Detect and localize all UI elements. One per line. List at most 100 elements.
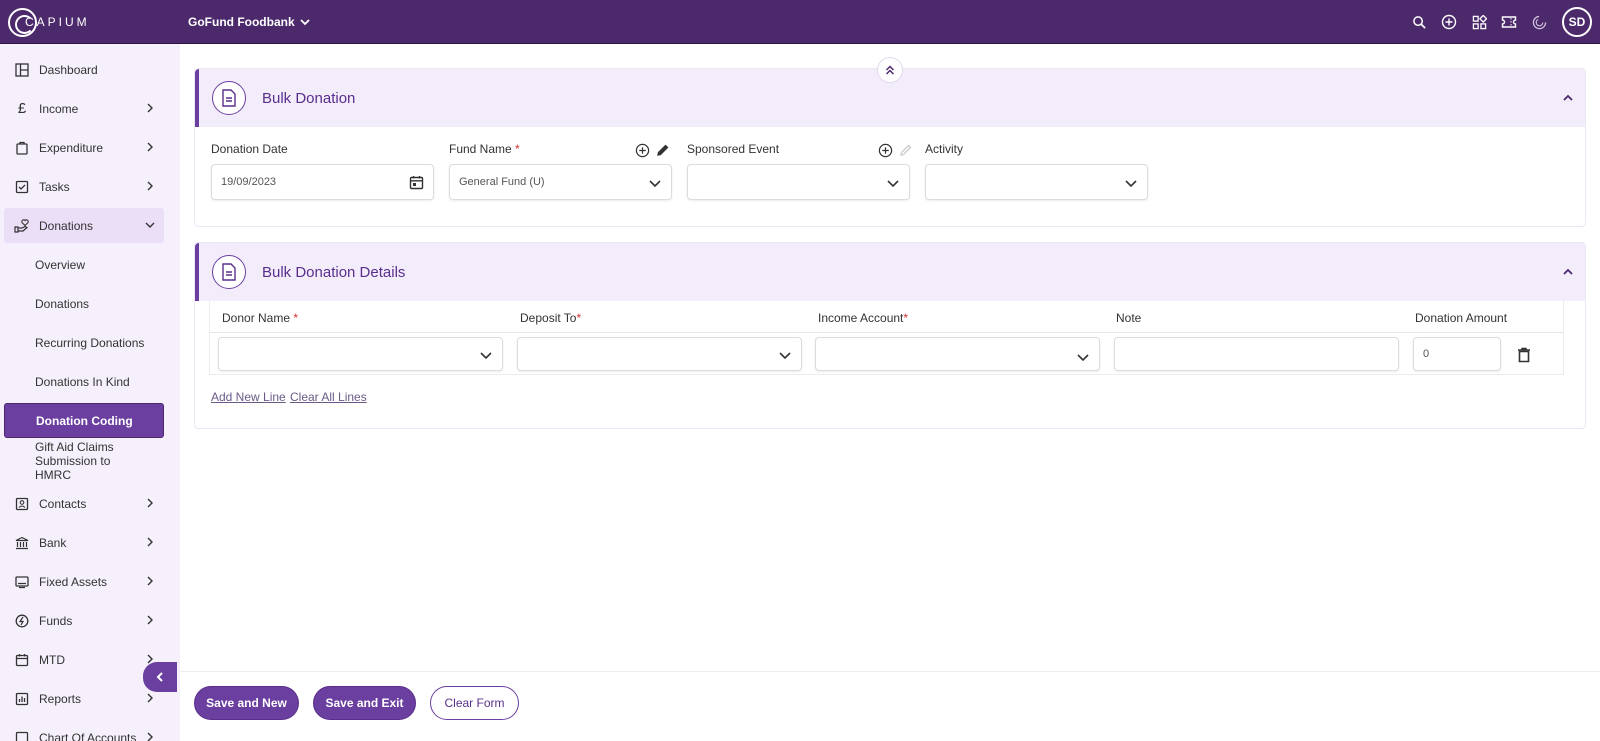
chevron-down-icon — [1125, 180, 1137, 188]
donation-amount-value: 0 — [1423, 348, 1430, 360]
chevron-down-icon — [887, 180, 899, 188]
sidebar-collapse-button[interactable] — [143, 662, 177, 692]
contacts-icon — [14, 496, 30, 512]
column-income-account: Income Account* — [818, 311, 908, 325]
edit-fund-icon[interactable] — [656, 143, 670, 157]
chevron-right-icon — [147, 576, 153, 586]
sidebar-item-contacts[interactable]: Contacts — [4, 486, 164, 521]
sidebar-subitem-donation-coding[interactable]: Donation Coding — [4, 403, 164, 438]
sidebar-item-income[interactable]: £ Income — [4, 91, 164, 126]
calendar-icon — [14, 652, 30, 668]
sidebar-item-label: Reports — [39, 691, 82, 706]
sponsored-event-select[interactable] — [687, 164, 910, 200]
scroll-to-top-button[interactable] — [877, 57, 903, 83]
chevron-up-icon[interactable] — [1561, 91, 1575, 105]
sidebar-item-label: Funds — [39, 613, 73, 628]
logo-mark-icon — [8, 7, 37, 37]
activity-select[interactable] — [925, 164, 1148, 200]
donation-date-field[interactable]: 19/09/2023 — [211, 164, 434, 200]
sidebar-item-donations[interactable]: Donations — [4, 208, 164, 243]
apps-icon[interactable] — [1464, 0, 1494, 44]
fund-name-label-text: Fund Name — [449, 142, 512, 156]
details-grid-header: Donor Name * Deposit To* Income Account*… — [210, 301, 1563, 333]
sidebar-item-expenditure[interactable]: Expenditure — [4, 130, 164, 165]
edit-event-icon — [900, 144, 912, 156]
sidebar-item-label: Bank — [39, 535, 67, 550]
fund-name-label: Fund Name * — [449, 142, 520, 156]
sidebar-subitem-donations[interactable]: Donations — [4, 286, 164, 321]
note-input[interactable] — [1114, 337, 1399, 371]
sidebar-item-tasks[interactable]: Tasks — [4, 169, 164, 204]
deposit-to-select[interactable] — [517, 337, 802, 371]
add-fund-icon[interactable] — [635, 143, 650, 158]
column-deposit-to-text: Deposit To — [520, 311, 577, 325]
bulk-donation-panel: Bulk Donation Donation Date 19/09/2023 F… — [194, 68, 1586, 227]
save-and-new-button[interactable]: Save and New — [194, 686, 299, 720]
sidebar-item-bank[interactable]: Bank — [4, 525, 164, 560]
ticket-icon[interactable] — [1494, 0, 1524, 44]
bulk-donation-details-header[interactable]: Bulk Donation Details — [195, 243, 1585, 301]
calendar-icon[interactable] — [409, 175, 424, 190]
funds-icon — [14, 613, 30, 629]
sidebar-subitem-recurring-donations[interactable]: Recurring Donations — [4, 325, 164, 360]
reports-icon — [14, 691, 30, 707]
bag-icon — [14, 140, 30, 156]
bank-icon — [14, 535, 30, 551]
add-new-line-link[interactable]: Add New Line — [211, 390, 286, 404]
double-chevron-up-icon — [885, 65, 895, 75]
chevron-down-icon — [480, 352, 492, 360]
organisation-switcher[interactable]: GoFund Foodbank — [188, 15, 311, 29]
capium-logo[interactable]: CAPIUM — [8, 7, 90, 37]
donor-name-select[interactable] — [218, 337, 503, 371]
chevron-down-icon — [145, 222, 155, 228]
sidebar-subitem-donations-in-kind[interactable]: Donations In Kind — [4, 364, 164, 399]
sidebar: Dashboard £ Income Expenditure Tasks Don… — [0, 44, 180, 741]
donation-amount-input[interactable]: 0 — [1413, 337, 1501, 371]
add-event-icon[interactable] — [878, 143, 893, 158]
bulk-donation-details-panel: Bulk Donation Details Donor Name * Depos… — [194, 242, 1586, 429]
sidebar-item-label: MTD — [39, 652, 65, 667]
sidebar-item-chart-of-accounts[interactable]: Chart Of Accounts — [4, 720, 164, 741]
donation-icon — [14, 218, 30, 234]
details-grid: Donor Name * Deposit To* Income Account*… — [209, 301, 1564, 375]
chevron-up-icon[interactable] — [1561, 265, 1575, 279]
top-icons: SD — [1404, 0, 1600, 44]
capium-icon[interactable] — [1524, 0, 1554, 44]
donation-date-value: 19/09/2023 — [221, 176, 277, 188]
sidebar-subitem-gift-aid-claims[interactable]: Gift Aid Claims Submission to HMRC — [4, 440, 144, 482]
sponsored-event-label: Sponsored Event — [687, 142, 780, 156]
avatar[interactable]: SD — [1562, 7, 1592, 37]
clear-all-lines-link[interactable]: Clear All Lines — [290, 390, 367, 404]
sidebar-item-label: Donations — [39, 218, 94, 233]
sidebar-item-label: Fixed Assets — [39, 574, 108, 589]
panel-title: Bulk Donation — [262, 89, 356, 107]
chevron-down-icon — [649, 180, 661, 188]
organisation-name: GoFund Foodbank — [188, 15, 295, 29]
sidebar-item-label: Expenditure — [39, 140, 104, 155]
sidebar-item-label: Contacts — [39, 496, 87, 511]
sidebar-item-label: Tasks — [39, 179, 70, 194]
save-and-exit-button[interactable]: Save and Exit — [313, 686, 416, 720]
sidebar-item-fixed-assets[interactable]: Fixed Assets — [4, 564, 164, 599]
sidebar-item-mtd[interactable]: MTD — [4, 642, 164, 677]
chevron-left-icon — [156, 672, 163, 682]
delete-row-icon[interactable] — [1517, 347, 1531, 363]
dashboard-icon — [14, 62, 30, 78]
sidebar-item-reports[interactable]: Reports — [4, 681, 164, 716]
chevron-right-icon — [147, 732, 153, 741]
sidebar-subitem-overview[interactable]: Overview — [4, 247, 164, 282]
column-note: Note — [1116, 311, 1142, 325]
chevron-right-icon — [147, 103, 153, 113]
clear-form-button[interactable]: Clear Form — [430, 686, 519, 720]
panel-title: Bulk Donation Details — [262, 263, 406, 281]
activity-label: Activity — [925, 142, 964, 156]
donation-date-label: Donation Date — [211, 142, 288, 156]
sidebar-item-dashboard[interactable]: Dashboard — [4, 52, 164, 87]
sidebar-item-funds[interactable]: Funds — [4, 603, 164, 638]
income-account-select[interactable] — [815, 337, 1100, 371]
chevron-down-icon — [300, 19, 310, 26]
main-content: Bulk Donation Donation Date 19/09/2023 F… — [180, 44, 1600, 741]
fund-name-select[interactable]: General Fund (U) — [449, 164, 672, 200]
add-circle-icon[interactable] — [1434, 0, 1464, 44]
search-icon[interactable] — [1404, 0, 1434, 44]
